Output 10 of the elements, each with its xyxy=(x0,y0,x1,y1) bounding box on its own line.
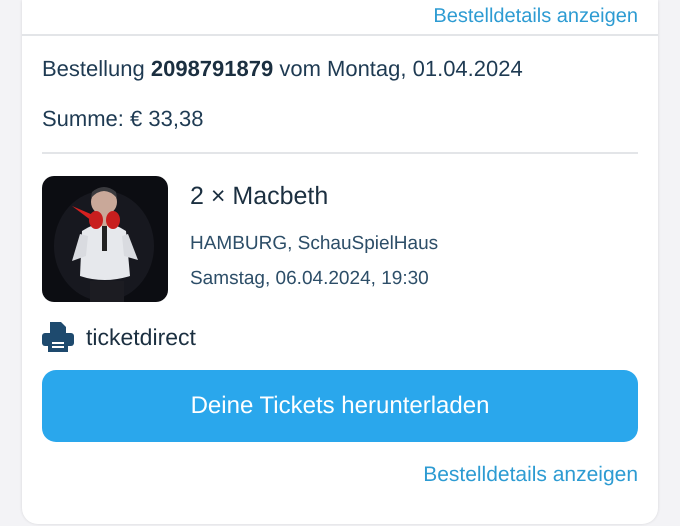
order-details-link[interactable]: Bestelldetails anzeigen xyxy=(433,4,638,28)
printer-icon xyxy=(42,322,74,352)
venue-text: HAMBURG, SchauSpielHaus xyxy=(190,232,438,256)
order-heading: Bestellung 2098791879 vom Montag, 01.04.2024 xyxy=(42,56,524,82)
event-title: 2 × Macbeth xyxy=(190,182,330,211)
event-date: Samstag, 06.04.2024, 19:30 xyxy=(190,267,430,291)
order-details-link[interactable]: Bestelldetails anzeigen xyxy=(423,464,638,485)
delivery-method: ticketdirect xyxy=(86,324,196,350)
download-tickets-button[interactable]: Deine Tickets herunterladen xyxy=(42,370,638,442)
order-total: Summe: € 33,38 xyxy=(42,106,638,154)
